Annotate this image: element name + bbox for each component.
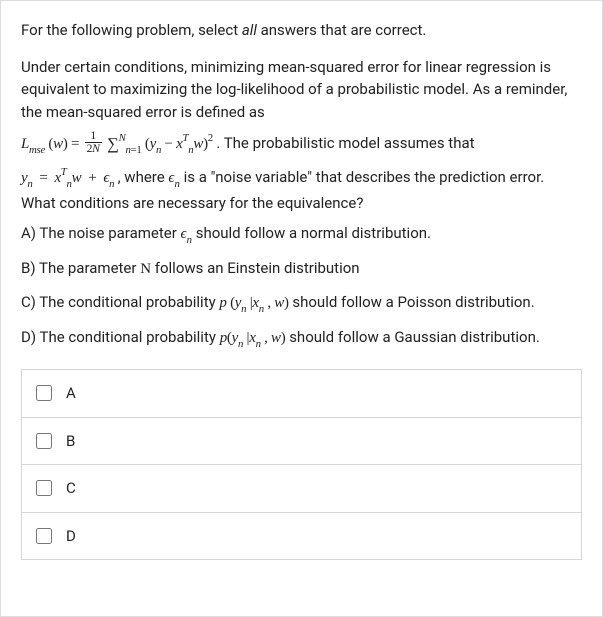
instruction-line: For the following problem, select all an… xyxy=(21,19,582,42)
option-c-post: should follow a Poisson distribution. xyxy=(289,293,535,311)
answer-label-c[interactable]: C xyxy=(66,477,76,500)
option-c-pre: C) The conditional probability xyxy=(21,293,219,311)
option-d: D) The conditional probability p(yn |xn … xyxy=(21,326,582,351)
option-b-post: follows an Einstein distribution xyxy=(151,259,360,277)
checkbox-c[interactable] xyxy=(36,480,52,496)
answer-label-d[interactable]: D xyxy=(66,525,76,548)
option-d-post: should follow a Gaussian distribution. xyxy=(285,328,539,346)
option-c: C) The conditional probability p (yn |xn… xyxy=(21,291,582,316)
answer-row-c[interactable]: C xyxy=(22,465,581,513)
eq2-mid: , where xyxy=(118,168,169,186)
answer-list: A B C D xyxy=(21,369,582,560)
answer-label-b[interactable]: B xyxy=(66,430,75,453)
equation-model: yn = xTnw + ϵn xyxy=(21,170,118,186)
question-para-3: yn = xTnw + ϵn , where ϵn is a "noise va… xyxy=(21,165,582,214)
noise-symbol: ϵn xyxy=(168,170,179,186)
question-text: Under certain conditions, minimizing mea… xyxy=(21,56,582,352)
cond-prob-d: p(yn |xn , w) xyxy=(220,330,286,346)
checkbox-a[interactable] xyxy=(36,385,52,401)
answer-row-a[interactable]: A xyxy=(22,370,581,418)
answer-row-b[interactable]: B xyxy=(22,418,581,466)
option-a-pre: A) The noise parameter xyxy=(21,224,181,242)
option-b-pre: B) The parameter xyxy=(21,259,140,277)
answer-row-d[interactable]: D xyxy=(22,513,581,561)
option-d-pre: D) The conditional probability xyxy=(21,328,220,346)
option-a-post: should follow a normal distribution. xyxy=(192,224,431,242)
question-para-1: Under certain conditions, minimizing mea… xyxy=(21,56,582,124)
eq1-tail: . The probabilistic model assumes that xyxy=(216,134,474,152)
answer-label-a[interactable]: A xyxy=(66,382,76,405)
n-symbol: N xyxy=(140,261,151,277)
epsilon-n-symbol: ϵn xyxy=(181,226,192,242)
cond-prob-c: p (yn |xn , w) xyxy=(219,295,288,311)
equation-mse: Lmse (w) = 12N ∑Nn=1 (yn − xTnw)2 xyxy=(21,136,216,152)
option-a: A) The noise parameter ϵn should follow … xyxy=(21,222,582,247)
option-b: B) The parameter N follows an Einstein d… xyxy=(21,257,582,281)
checkbox-d[interactable] xyxy=(36,528,52,544)
checkbox-b[interactable] xyxy=(36,433,52,449)
question-para-2: Lmse (w) = 12N ∑Nn=1 (yn − xTnw)2 . The … xyxy=(21,131,582,157)
